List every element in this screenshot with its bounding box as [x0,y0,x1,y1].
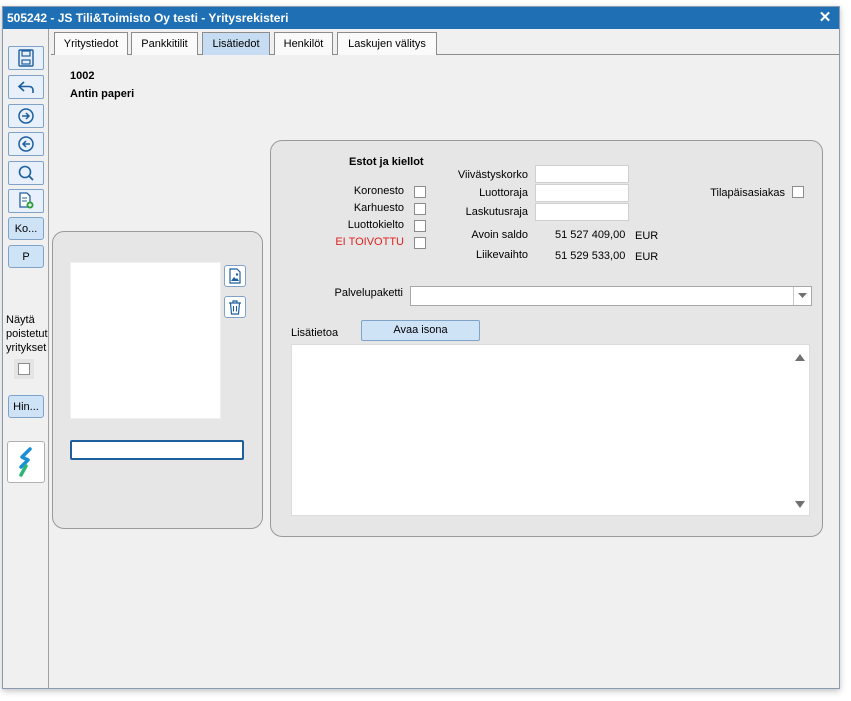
lisatietoa-label: Lisätietoa [291,327,339,339]
luottoraja-input[interactable] [535,184,629,202]
company-number: 1002 [70,70,95,82]
show-deleted-line-3: yritykset [6,342,47,354]
title-bar: 505242 - JS Tili&Toimisto Oy testi - Yri… [3,7,839,29]
tilapaisasiakas-label: Tilapäisasiakas [710,187,785,199]
palvelupaketti-label: Palvelupaketti [334,287,404,299]
search-icon [18,165,34,181]
show-deleted-checkbox-wrap [14,359,34,379]
left-toolbar: Ko... P Näytä poistetut yritykset Hin... [3,29,49,688]
app-logo-icon [19,447,32,477]
p-button[interactable]: P [8,245,44,268]
company-register-window: 505242 - JS Tili&Toimisto Oy testi - Yri… [2,6,840,689]
company-name: Antin paperi [70,88,135,100]
image-caption-input[interactable] [70,440,244,460]
previous-icon [18,136,34,152]
next-button[interactable] [8,104,44,128]
show-deleted-line-1: Näytä [6,314,35,326]
palvelupaketti-select[interactable] [410,286,812,306]
tilapaisasiakas-checkbox[interactable] [792,186,804,198]
undo-button[interactable] [8,75,44,99]
ei-toivottu-label: EI TOIVOTTU [335,236,404,248]
viivastyskorko-input[interactable] [535,165,629,183]
avoin-saldo-label: Avoin saldo [471,229,528,241]
chevron-down-icon[interactable] [793,287,811,305]
luottoraja-label: Luottoraja [479,187,528,199]
restrictions-heading: Estot ja kiellot [349,156,424,168]
details-panel: Estot ja kiellot Koronesto Karhuesto Luo… [270,140,823,537]
image-area[interactable] [70,262,221,419]
search-button[interactable] [8,161,44,185]
laskutusraja-label: Laskutusraja [465,206,528,218]
undo-icon [17,81,34,93]
tab-yritystiedot[interactable]: Yritystiedot [54,32,128,55]
save-button[interactable] [8,46,44,70]
previous-button[interactable] [8,132,44,156]
avoin-saldo-currency: EUR [635,230,659,242]
show-deleted-checkbox[interactable] [18,363,30,375]
liikevaihto-value: 51 529 533,00 [555,250,626,262]
ko-button[interactable]: Ko... [8,217,44,240]
save-icon [18,49,34,67]
window-title: 505242 - JS Tili&Toimisto Oy testi - Yri… [7,11,289,25]
koronesto-checkbox[interactable] [414,186,426,198]
tab-laskujen-valitys[interactable]: Laskujen välitys [337,32,437,55]
delete-image-button[interactable] [224,296,246,318]
tab-henkilot[interactable]: Henkilöt [274,32,333,55]
hin-button[interactable]: Hin... [8,395,44,418]
new-document-icon [19,192,34,209]
liikevaihto-currency: EUR [635,251,659,263]
image-panel [52,231,263,529]
lisatietoa-textarea[interactable] [291,344,810,516]
viivastyskorko-label: Viivästyskorko [457,169,528,181]
insert-image-button[interactable] [224,265,246,287]
tab-bar: Yritystiedot Pankkitilit Lisätiedot Henk… [51,29,839,55]
koronesto-label: Koronesto [353,185,404,197]
show-deleted-label: Näytä poistetut yritykset [6,313,50,355]
app-logo-button[interactable] [7,441,45,483]
next-icon [18,108,34,124]
scroll-up-icon[interactable] [795,353,805,361]
tab-lisatiedot[interactable]: Lisätiedot [202,32,270,55]
luottokielto-checkbox[interactable] [414,220,426,232]
laskutusraja-input[interactable] [535,203,629,221]
close-icon[interactable]: ✕ [817,7,833,29]
avaa-isona-button[interactable]: Avaa isona [361,320,480,341]
avoin-saldo-value: 51 527 409,00 [555,229,626,241]
trash-icon [229,300,241,315]
show-deleted-line-2: poistetut [6,328,48,340]
image-icon [229,268,241,284]
ei-toivottu-checkbox[interactable] [414,237,426,249]
scroll-down-icon[interactable] [795,501,805,509]
notes-scrollbar[interactable] [794,351,806,511]
tab-pankkitilit[interactable]: Pankkitilit [131,32,198,55]
karhuesto-checkbox[interactable] [414,203,426,215]
new-document-button[interactable] [8,189,44,213]
liikevaihto-label: Liikevaihto [476,249,528,261]
karhuesto-label: Karhuesto [353,202,404,214]
luottokielto-label: Luottokielto [347,219,404,231]
tab-content: 1002 Antin paperi Estot ja kiellot Koron… [51,56,839,688]
